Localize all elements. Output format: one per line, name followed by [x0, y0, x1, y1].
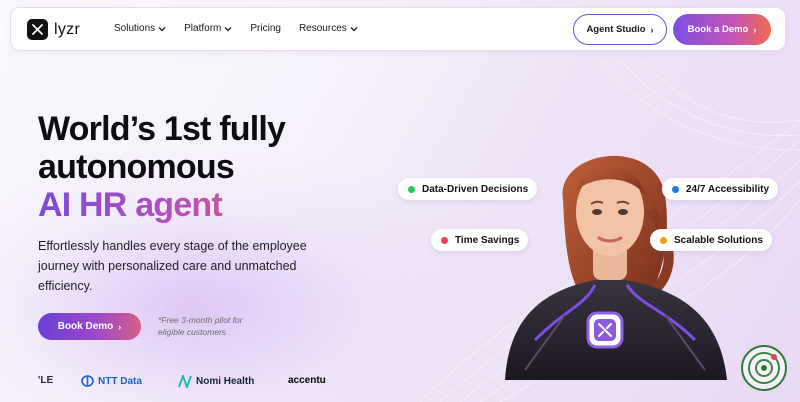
- customer-logo-text: accentu: [288, 375, 326, 386]
- customer-logo-text: 'LE: [38, 375, 54, 386]
- chevron-right-icon: ›: [650, 24, 654, 35]
- nav-pricing-label: Pricing: [250, 23, 281, 34]
- agent-studio-label: Agent Studio: [586, 24, 646, 35]
- chevron-down-icon: [224, 26, 232, 31]
- customer-logos-strip: 'LE NTT Data Nomi Health accentu: [38, 372, 338, 392]
- nav-platform[interactable]: Platform: [184, 23, 232, 34]
- ntt-logo-icon: [81, 375, 94, 387]
- pilot-note: *Free 3-month pilot for eligible custome…: [158, 315, 243, 337]
- lyzr-logo-icon: [27, 19, 48, 40]
- feature-label: Time Savings: [455, 234, 520, 246]
- lyzr-logo[interactable]: lyzr: [27, 19, 80, 40]
- feature-pill-scalable-solutions: Scalable Solutions: [650, 229, 772, 251]
- hero-subtitle: Effortlessly handles every stage of the …: [38, 239, 307, 293]
- hero-title: World’s 1st fully autonomous AI HR agent: [38, 110, 286, 224]
- status-dot-icon: [672, 185, 679, 193]
- status-dot-icon: [441, 236, 448, 244]
- customer-logo-accenture: accentu: [288, 375, 326, 386]
- customer-logo-text: Nomi Health: [196, 376, 255, 387]
- customer-logo-nomi-health: Nomi Health: [178, 375, 254, 388]
- nav-solutions[interactable]: Solutions: [114, 23, 166, 34]
- nav-pricing[interactable]: Pricing: [250, 23, 281, 34]
- nav-resources[interactable]: Resources: [299, 23, 358, 34]
- feature-label: Scalable Solutions: [674, 234, 763, 246]
- hero-title-line2: autonomous: [38, 148, 235, 186]
- customer-logo: 'LE: [38, 375, 53, 386]
- customer-logo-ntt-data: NTT Data: [81, 375, 142, 387]
- book-demo-label: Book Demo: [57, 321, 114, 332]
- status-dot-icon: [408, 185, 415, 193]
- feature-pill-24-7-accessibility: 24/7 Accessibility: [662, 178, 779, 200]
- customer-logo-text: NTT Data: [98, 375, 142, 387]
- agent-studio-button[interactable]: Agent Studio ›: [573, 14, 667, 45]
- chevron-right-icon: ›: [753, 24, 757, 35]
- nomi-logo-icon: [178, 375, 192, 388]
- ai-hr-agent-avatar-image: [505, 155, 727, 380]
- nav-platform-label: Platform: [184, 23, 222, 34]
- chevron-down-icon: [158, 26, 166, 31]
- feature-pill-data-driven-decisions: Data-Driven Decisions: [398, 178, 538, 200]
- hero-title-line1: World’s 1st fully: [38, 110, 286, 148]
- nav-links: Solutions Platform Pricing Resources: [114, 23, 376, 34]
- feature-label: Data-Driven Decisions: [422, 183, 529, 195]
- hero-title-highlight: AI HR agent: [38, 186, 285, 224]
- feature-pill-time-savings: Time Savings: [431, 229, 529, 251]
- book-a-demo-label: Book a Demo: [687, 24, 749, 35]
- nav-resources-label: Resources: [298, 23, 347, 34]
- book-demo-button[interactable]: Book Demo ›: [38, 313, 141, 340]
- nav-solutions-label: Solutions: [114, 23, 156, 34]
- chat-widget-button[interactable]: [740, 344, 788, 392]
- chevron-right-icon: ›: [118, 321, 122, 332]
- logo-text: lyzr: [54, 20, 81, 38]
- feature-label: 24/7 Accessibility: [686, 183, 770, 195]
- chevron-down-icon: [350, 26, 358, 31]
- status-dot-icon: [660, 236, 667, 244]
- top-navbar: lyzr Solutions Platform Pricing Resource…: [10, 7, 786, 51]
- book-a-demo-button[interactable]: Book a Demo ›: [673, 14, 771, 45]
